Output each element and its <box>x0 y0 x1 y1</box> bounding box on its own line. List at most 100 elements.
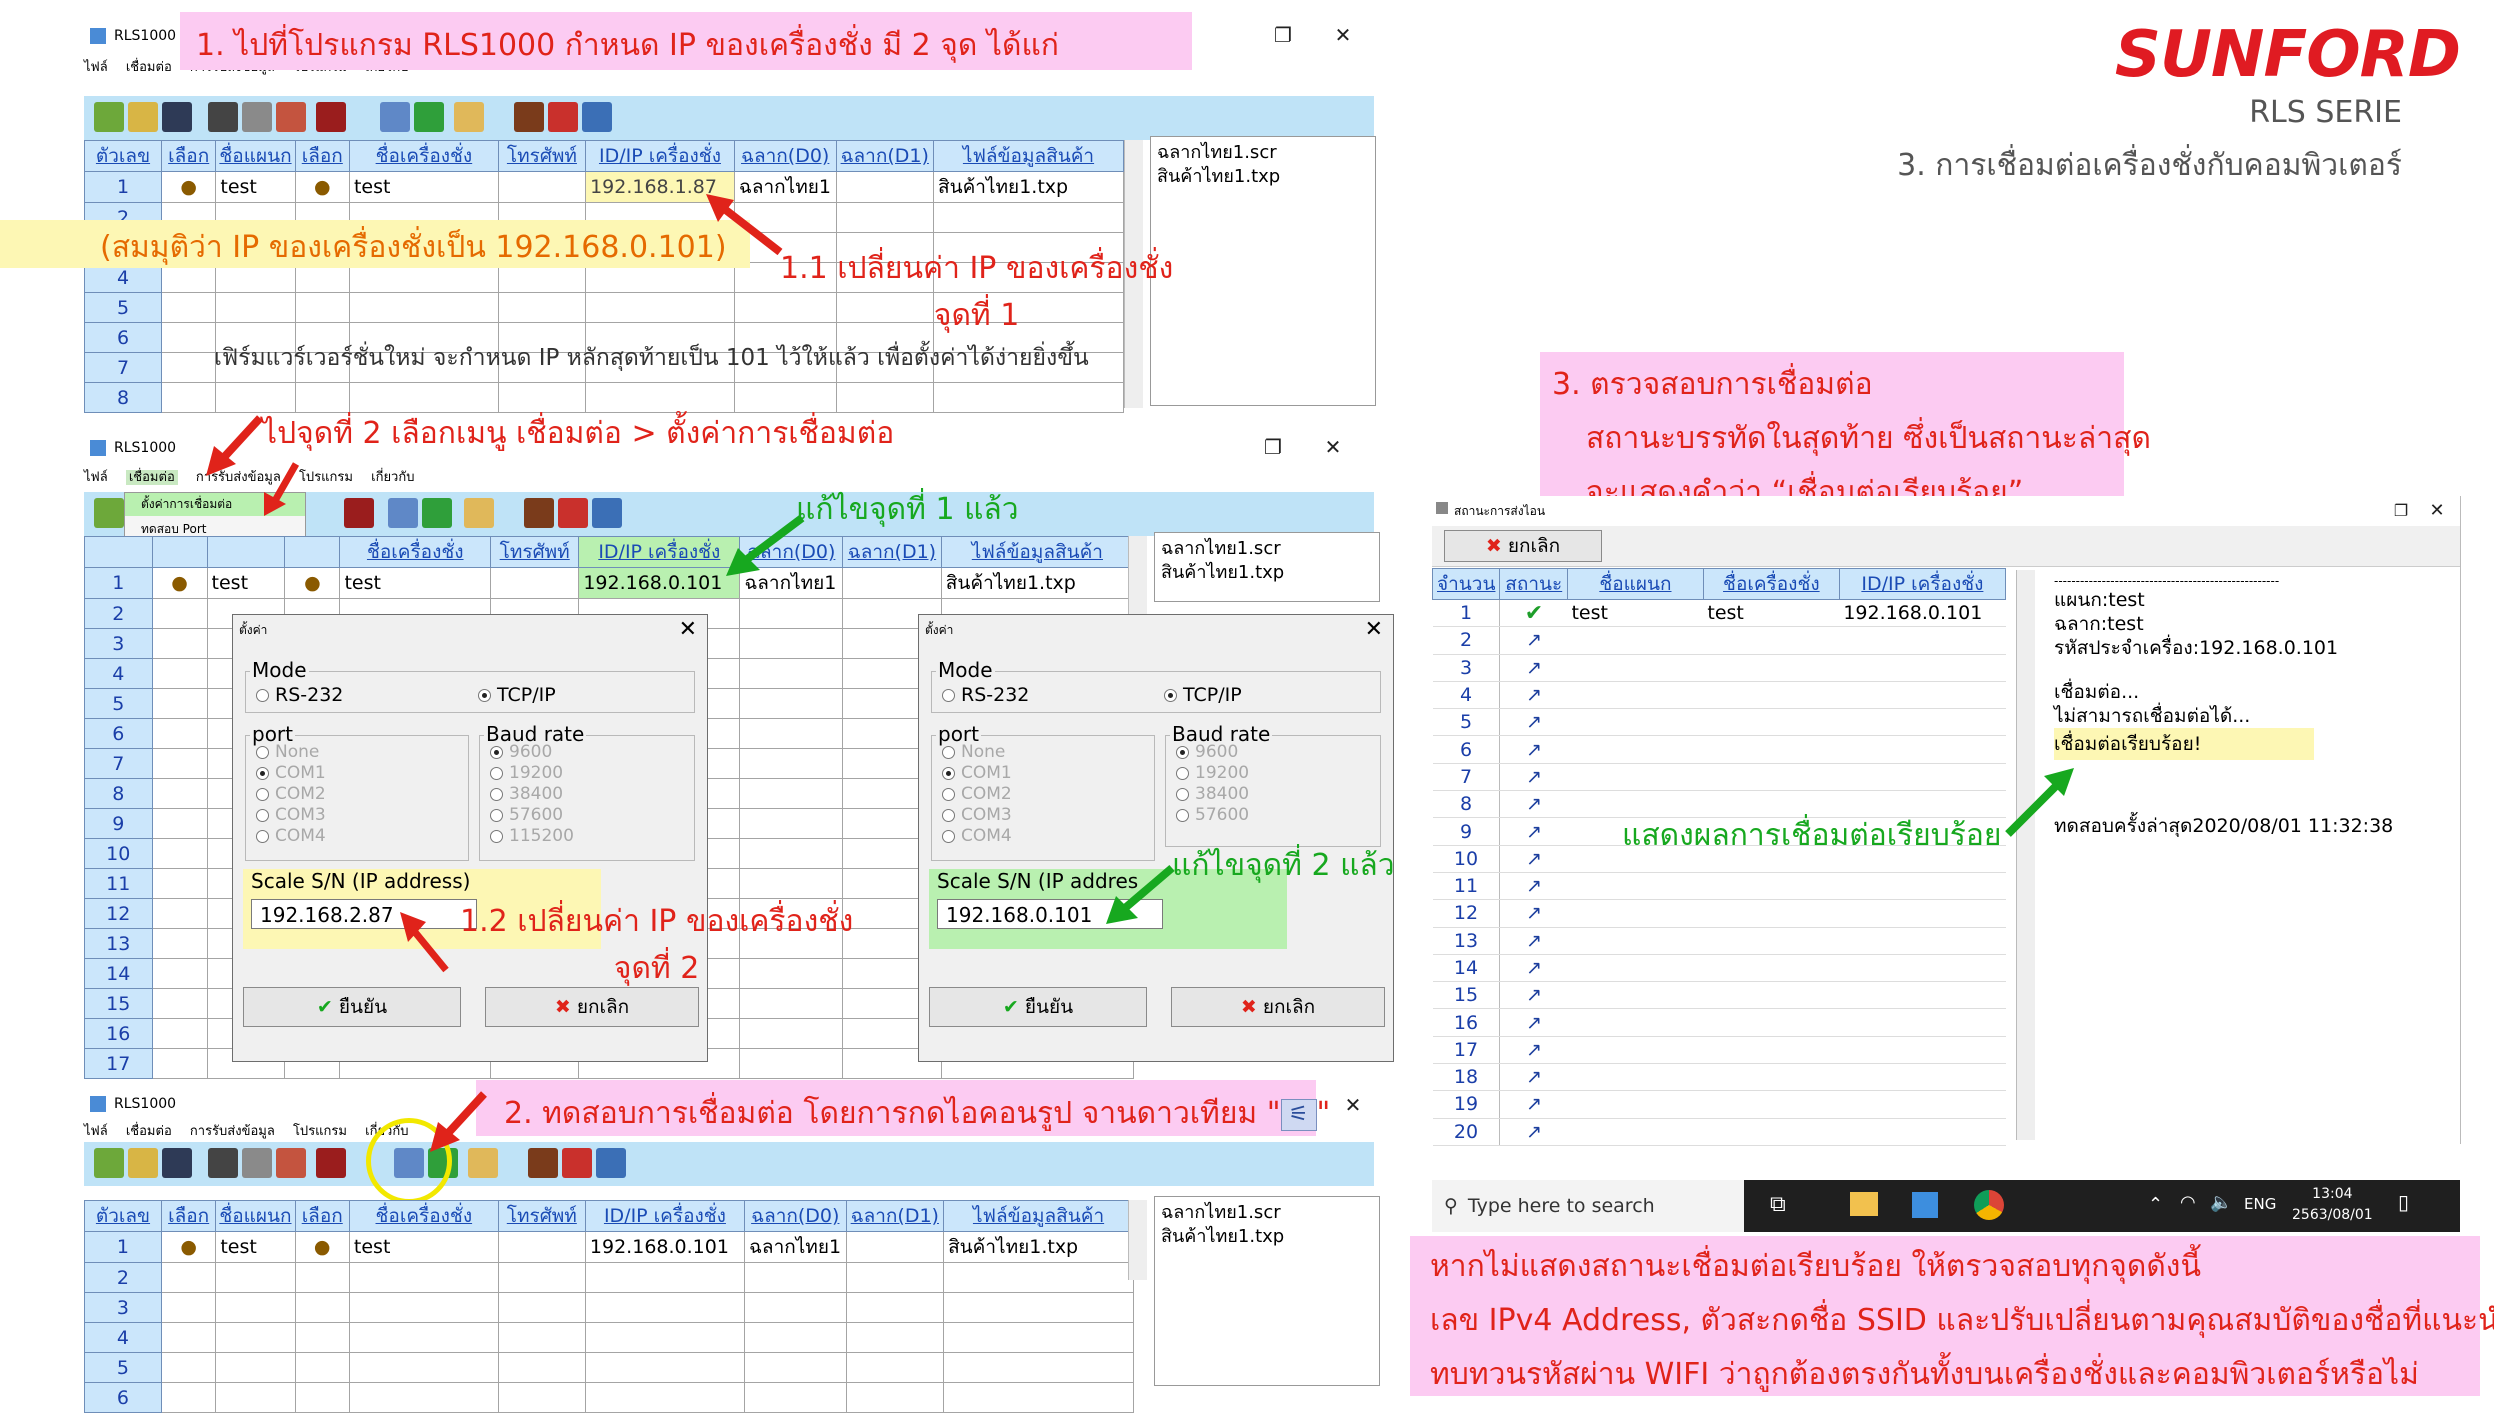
clock[interactable]: 13:04 2563/08/01 <box>2292 1184 2373 1226</box>
palette-icon[interactable] <box>276 102 306 132</box>
label1-cell[interactable] <box>845 1231 945 1263</box>
monitor-icon[interactable] <box>528 1148 558 1178</box>
notification-icon[interactable]: ▯ <box>2398 1190 2409 1214</box>
col-label1[interactable]: ฉลาก(D1) <box>845 1200 945 1232</box>
file-list-item[interactable]: สินค้าไทย1.txp <box>1161 1225 1373 1249</box>
col-count[interactable]: จำนวน <box>1431 568 1501 600</box>
port-com4-radio[interactable]: COM4 <box>256 826 326 846</box>
mode-tcpip-radio[interactable]: TCP/IP <box>1164 684 1242 706</box>
baud-38400-radio[interactable]: 38400 <box>490 784 563 804</box>
baud-115200-radio[interactable]: 115200 <box>490 826 574 846</box>
table-row[interactable]: 3 ↗ <box>1432 654 2006 682</box>
col-ip[interactable]: ID/IP เครื่องชั่ง <box>1838 568 2007 600</box>
table-row[interactable]: 1 ● test ● test 192.168.0.101 ฉลากไทย1 ส… <box>84 1231 1134 1263</box>
close-button[interactable]: ✕ <box>2426 500 2448 522</box>
phone-cell[interactable] <box>490 567 580 599</box>
phone-cell[interactable] <box>497 1231 586 1263</box>
mode-tcpip-radio[interactable]: TCP/IP <box>478 684 556 706</box>
port-com4-radio[interactable]: COM4 <box>942 826 1012 846</box>
label1-cell[interactable] <box>842 567 942 599</box>
scale-cell[interactable]: test <box>348 171 499 203</box>
language-indicator[interactable]: ENG <box>2244 1195 2276 1213</box>
file-cell[interactable]: สินค้าไทย1.txp <box>940 567 1135 599</box>
table-row[interactable]: 2 <box>84 1262 1134 1293</box>
col-scale[interactable]: ชื่อเครื่องชั่ง <box>1702 568 1840 600</box>
restore-button[interactable]: ❐ <box>1262 436 1284 458</box>
scale-cell[interactable]: test <box>339 567 492 599</box>
menu-file[interactable]: ไฟล์ <box>84 470 108 485</box>
monitor-icon[interactable] <box>514 102 544 132</box>
dept-cell[interactable]: test <box>206 567 286 599</box>
table-row[interactable]: 3 <box>84 1292 1134 1323</box>
restore-button[interactable]: ❐ <box>1272 24 1294 46</box>
col-ip[interactable]: ID/IP เครื่องชั่ง <box>578 536 741 568</box>
scale-cell[interactable]: test <box>348 1231 499 1263</box>
scan-icon[interactable] <box>242 1148 272 1178</box>
file-list-item[interactable]: ฉลากไทย1.scr <box>1161 1201 1373 1225</box>
col-number[interactable]: ตัวเลข <box>84 140 162 172</box>
barcode-icon[interactable] <box>208 102 238 132</box>
table-row[interactable]: 6 ↗ <box>1432 735 2006 764</box>
col-dept[interactable]: ชื่อแผนก <box>1566 568 1704 600</box>
import-icon[interactable] <box>94 498 124 528</box>
menu-transfer[interactable]: การรับส่งข้อมูล <box>190 1124 275 1139</box>
baud-19200-radio[interactable]: 19200 <box>1176 763 1249 783</box>
table-row[interactable]: 4 <box>84 1322 1134 1353</box>
table-row[interactable]: 1 ● test ● test 192.168.0.101 ฉลากไทย1 ส… <box>84 567 1135 599</box>
table-row[interactable]: 7 ↗ <box>1432 763 2006 792</box>
vertical-scrollbar[interactable] <box>2016 570 2035 1140</box>
baud-19200-radio[interactable]: 19200 <box>490 763 563 783</box>
menu-connect[interactable]: เชื่อมต่อ <box>125 470 178 485</box>
file-cell[interactable]: สินค้าไทย1.txp <box>933 171 1124 203</box>
file-list-item[interactable]: สินค้าไทย1.txp <box>1157 165 1369 189</box>
stop-icon[interactable] <box>316 102 346 132</box>
taskbar-search[interactable]: ⚲ Type here to search <box>1432 1180 1744 1232</box>
port-com2-radio[interactable]: COM2 <box>942 784 1012 804</box>
col-label1[interactable]: ฉลาก(D1) <box>842 536 942 568</box>
table-row[interactable]: 19 ↗ <box>1432 1090 2006 1119</box>
wifi-icon[interactable]: ◠ <box>2180 1192 2196 1213</box>
save-icon[interactable] <box>162 1148 192 1178</box>
baud-38400-radio[interactable]: 38400 <box>1176 784 1249 804</box>
col-select2[interactable]: เลือก <box>294 1200 350 1232</box>
settings-icon[interactable] <box>592 498 622 528</box>
menu-about[interactable]: เกี่ยวกับ <box>371 470 414 485</box>
download-icon[interactable] <box>422 498 452 528</box>
dialog-close-button[interactable]: ✕ <box>679 617 697 642</box>
col-select2[interactable]: เลือก <box>294 140 350 172</box>
monitor-icon[interactable] <box>524 498 554 528</box>
file-list-item[interactable]: ฉลากไทย1.scr <box>1157 141 1369 165</box>
task-view-icon[interactable]: ⧉ <box>1770 1192 1786 1217</box>
col-phone[interactable]: โทรศัพท์ <box>497 140 587 172</box>
col-label1[interactable]: ฉลาก(D1) <box>835 140 935 172</box>
scale-cell[interactable]: test <box>1703 599 1840 628</box>
menu-file[interactable]: ไฟล์ <box>84 60 108 75</box>
col-dept[interactable]: ชื่อแผนก <box>215 1200 296 1232</box>
menu-program[interactable]: โปรแกรม <box>293 1124 347 1139</box>
col-file[interactable]: ไฟล์ข้อมูลสินค้า <box>933 140 1124 172</box>
col-dept[interactable] <box>206 536 286 568</box>
col-scale[interactable]: ชื่อเครื่องชั่ง <box>348 1200 499 1232</box>
vertical-scrollbar[interactable] <box>1128 1200 1147 1280</box>
stop-icon[interactable] <box>344 498 374 528</box>
file-list-item[interactable]: สินค้าไทย1.txp <box>1161 561 1373 585</box>
col-status[interactable]: สถานะ <box>1499 568 1568 600</box>
select-dot[interactable]: ● <box>151 567 208 599</box>
port-com1-radio[interactable]: COM1 <box>256 763 326 783</box>
tools-icon[interactable] <box>562 1148 592 1178</box>
ok-button[interactable]: ✔ ยืนยัน <box>929 987 1147 1027</box>
tools-icon[interactable] <box>558 498 588 528</box>
table-row[interactable]: 4 ↗ <box>1432 681 2006 710</box>
select-dot[interactable]: ● <box>284 567 341 599</box>
col-phone[interactable]: โทรศัพท์ <box>490 536 580 568</box>
col-file[interactable]: ไฟล์ข้อมูลสินค้า <box>943 1200 1134 1232</box>
col-scale[interactable]: ชื่อเครื่องชั่ง <box>348 140 499 172</box>
baud-9600-radio[interactable]: 9600 <box>1176 742 1238 762</box>
ip-cell[interactable]: 192.168.0.101 <box>578 567 741 599</box>
table-row[interactable]: 5 <box>84 1352 1134 1383</box>
col-file[interactable]: ไฟล์ข้อมูลสินค้า <box>940 536 1135 568</box>
close-button[interactable]: ✕ <box>1342 1094 1364 1116</box>
palette-icon[interactable] <box>276 1148 306 1178</box>
import-icon[interactable] <box>94 1148 124 1178</box>
label1-cell[interactable] <box>835 171 935 203</box>
